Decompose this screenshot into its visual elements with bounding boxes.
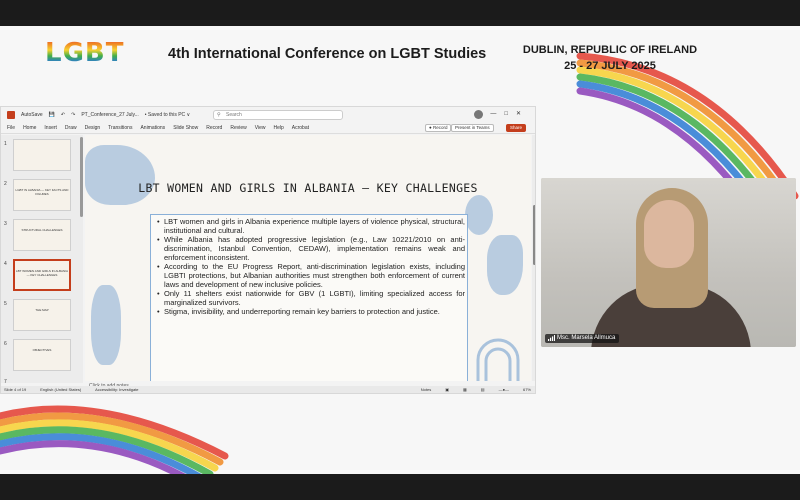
slide-thumbnail[interactable]: LGBT IN ALBANIA — KEY FACTS AND FIGURES — [13, 179, 71, 211]
thumb-text: OBJECTIVES — [32, 348, 52, 352]
bullet-item: Only 11 shelters exist nationwide for GB… — [157, 289, 465, 307]
menu-design[interactable]: Design — [85, 125, 101, 131]
thumbnail-scrollbar[interactable] — [80, 137, 83, 217]
bullet-list: LBT women and girls in Albania experienc… — [157, 217, 465, 316]
slide-thumbnail-pane: 1 2 LGBT IN ALBANIA — KEY FACTS AND FIGU… — [1, 135, 83, 385]
undo-icon[interactable]: ↶ — [61, 112, 65, 118]
decorative-blob — [85, 145, 155, 205]
record-label: Record — [432, 125, 448, 130]
window-controls[interactable]: —□✕ — [490, 110, 529, 117]
search-icon: ⚲ — [217, 112, 221, 118]
lgbt-logo: LGBT — [45, 38, 125, 68]
decorative-arches — [476, 338, 520, 381]
rainbow-decoration-bottom-left — [0, 405, 229, 474]
slide-text-box[interactable]: LBT women and girls in Albania experienc… — [150, 214, 468, 381]
bullet-item: While Albania has adopted progressive le… — [157, 235, 465, 262]
slide-thumbnail-selected[interactable]: LBT WOMEN AND GIRLS IN ALBANIA — KEY CHA… — [13, 259, 71, 291]
save-status[interactable]: • Saved to this PC ∨ — [145, 112, 190, 118]
bullet-item: LBT women and girls in Albania experienc… — [157, 217, 465, 235]
accessibility-status[interactable]: Accessibility: Investigate — [95, 387, 138, 392]
menu-transitions[interactable]: Transitions — [108, 125, 132, 131]
slide-thumbnail[interactable]: STRUCTURAL CHALLENGES — [13, 219, 71, 251]
zoom-slider[interactable]: —●— — [499, 387, 509, 392]
share-button[interactable]: Share — [506, 124, 527, 132]
conference-title: 4th International Conference on LGBT Stu… — [168, 46, 487, 62]
share-label: Share — [510, 125, 523, 130]
bullet-item: According to the EU Progress Report, ant… — [157, 262, 465, 289]
thumb-number: 1 — [4, 141, 7, 147]
slide-sorter-icon[interactable]: ▦ — [463, 387, 467, 392]
menu-file[interactable]: File — [7, 125, 15, 131]
menu-draw[interactable]: Draw — [65, 125, 77, 131]
menu-acrobat[interactable]: Acrobat — [292, 125, 309, 131]
conference-location-block: DUBLIN, REPUBLIC OF IRELAND 25 - 27 JULY… — [520, 42, 700, 74]
menu-view[interactable]: View — [255, 125, 266, 131]
conference-background: LGBT 4th International Conference on LGB… — [0, 26, 800, 474]
bullet-item: Stigma, invisibility, and underreporting… — [157, 307, 465, 316]
thumb-text: LGBT IN ALBANIA — KEY FACTS AND FIGURES — [15, 188, 69, 196]
autosave-toggle[interactable]: AutoSave — [21, 112, 43, 118]
decorative-blob — [465, 195, 493, 235]
thumb-number: 2 — [4, 181, 7, 187]
thumb-number: 4 — [4, 261, 7, 267]
screen: LGBT 4th International Conference on LGB… — [0, 0, 800, 500]
thumb-number: 7 — [4, 379, 7, 385]
thumb-text: LBT WOMEN AND GIRLS IN ALBANIA — KEY CHA… — [15, 269, 69, 277]
powerpoint-app-icon — [7, 111, 15, 119]
title-bar: AutoSave 💾 ↶ ↷ PT_Conference_27 July... … — [1, 107, 535, 123]
normal-view-icon[interactable]: ▣ — [445, 387, 449, 392]
conference-location: DUBLIN, REPUBLIC OF IRELAND — [522, 44, 698, 56]
record-button[interactable]: ● Record — [425, 124, 452, 132]
menu-review[interactable]: Review — [230, 125, 246, 131]
thumb-text: THE MAP — [35, 308, 49, 312]
thumb-number: 6 — [4, 341, 7, 347]
participant-name-tag: Msc. Marsela Allmuca — [545, 334, 620, 343]
speaker-video: Msc. Marsela Allmuca — [541, 178, 796, 347]
menu-slide-show[interactable]: Slide Show — [173, 125, 198, 131]
menu-animations[interactable]: Animations — [140, 125, 165, 131]
slide-canvas[interactable]: LBT WOMEN AND GIRLS IN ALBANIA — KEY CHA… — [85, 135, 531, 381]
conference-dates: 25 - 27 JULY 2025 — [564, 60, 656, 72]
language-indicator[interactable]: English (United States) — [40, 387, 81, 392]
slide-counter: Slide 4 of 19 — [4, 387, 27, 392]
participant-name: Msc. Marsela Allmuca — [557, 335, 616, 341]
ribbon-menu: File Home Insert Draw Design Transitions… — [1, 123, 535, 134]
decorative-blob — [91, 285, 121, 365]
powerpoint-window: AutoSave 💾 ↶ ↷ PT_Conference_27 July... … — [0, 106, 536, 394]
slide-thumbnail[interactable] — [13, 139, 71, 171]
signal-icon — [548, 335, 555, 341]
save-icon[interactable]: 💾 — [49, 112, 55, 118]
file-name: PT_Conference_27 July... — [81, 112, 139, 118]
search-placeholder: Search — [226, 112, 242, 118]
reading-view-icon[interactable]: ▤ — [481, 387, 485, 392]
status-bar: Slide 4 of 19 English (United States) Ac… — [1, 386, 535, 393]
search-input[interactable]: ⚲ Search — [213, 110, 343, 120]
zoom-level[interactable]: 67% — [523, 387, 531, 392]
redo-icon[interactable]: ↷ — [71, 112, 75, 118]
present-label: Present in Teams — [455, 125, 490, 130]
present-in-teams-button[interactable]: Present in Teams — [451, 124, 494, 132]
slide-thumbnail[interactable]: OBJECTIVES — [13, 339, 71, 371]
thumb-number: 5 — [4, 301, 7, 307]
decorative-blob — [487, 235, 523, 295]
speaker-face — [644, 200, 694, 268]
slide-title: LBT WOMEN AND GIRLS IN ALBANIA — KEY CHA… — [138, 181, 478, 195]
thumb-number: 3 — [4, 221, 7, 227]
menu-help[interactable]: Help — [273, 125, 283, 131]
conference-header: LGBT 4th International Conference on LGB… — [0, 26, 800, 96]
menu-record[interactable]: Record — [206, 125, 222, 131]
thumb-text: STRUCTURAL CHALLENGES — [21, 228, 63, 232]
account-avatar[interactable] — [474, 110, 483, 119]
slide-scrollbar[interactable] — [532, 135, 535, 381]
menu-insert[interactable]: Insert — [44, 125, 57, 131]
scrollbar-thumb[interactable] — [533, 205, 535, 265]
menu-home[interactable]: Home — [23, 125, 36, 131]
slide-thumbnail[interactable]: THE MAP — [13, 299, 71, 331]
notes-button[interactable]: Notes — [421, 387, 431, 392]
